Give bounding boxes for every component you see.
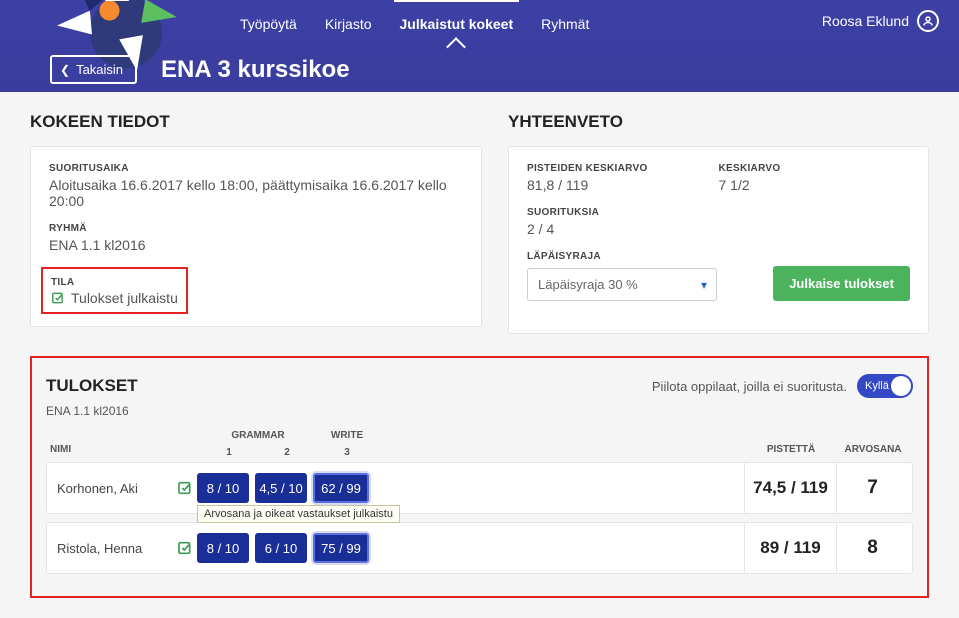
score-cell-grammar-1[interactable]: 8 / 10 [197,473,249,503]
table-row: Korhonen, Aki 8 / 10 4,5 / 10 62 / 99 74… [46,462,913,514]
score-cell-grammar-1[interactable]: 8 / 10 [197,533,249,563]
kokeen-tiedot-column: KOKEEN TIEDOT SUORITUSAIKA Aloitusaika 1… [30,112,482,334]
col-write-3: 3 [316,447,378,458]
nav-ryhmat[interactable]: Ryhmät [541,0,589,48]
score-cell-grammar-2[interactable]: 6 / 10 [255,533,307,563]
score-cell-write[interactable]: 75 / 99 [313,533,369,563]
col-nimi: NIMI [50,430,180,458]
tila-label: TILA [51,277,178,288]
kokeen-tiedot-title: KOKEEN TIEDOT [30,112,482,132]
back-button[interactable]: ❮ Takaisin [50,55,137,84]
col-grammar-1: 1 [200,447,258,458]
sub-header: ❮ Takaisin ENA 3 kurssikoe [50,55,350,84]
user-menu[interactable]: Roosa Eklund [822,10,939,32]
published-check-icon[interactable] [177,540,197,556]
suoritusaika-label: SUORITUSAIKA [49,163,463,174]
lapaisyraja-label: LÄPÄISYRAJA [527,251,757,262]
kokeen-tiedot-card: SUORITUSAIKA Aloitusaika 16.6.2017 kello… [30,146,482,327]
table-row: Ristola, Henna 8 / 10 6 / 10 75 / 99 89 … [46,522,913,574]
results-table-header: NIMI GRAMMAR 1 2 WRITE 3 PISTETTÄ ARVOSA… [46,430,913,462]
keskiarvo-value: 7 1/2 [719,177,911,193]
score-cell-write[interactable]: 62 / 99 [313,473,369,503]
tulokset-title: TULOKSET [46,376,138,396]
col-arvosana: ARVOSANA [837,430,909,458]
tulokset-panel: TULOKSET Piilota oppilaat, joilla ei suo… [30,356,929,598]
row-total-points: 74,5 / 119 [744,463,836,513]
user-name: Roosa Eklund [822,13,909,29]
hide-students-toggle[interactable]: Kyllä [857,374,913,398]
lapaisyraja-select[interactable]: Läpäisyraja 30 % [527,268,717,301]
published-check-icon [51,291,65,305]
header-bar: Työpöytä Kirjasto Julkaistut kokeet Ryhm… [0,0,959,92]
nav-tyopoyto[interactable]: Työpöytä [240,0,297,48]
suoritusaika-value: Aloitusaika 16.6.2017 kello 18:00, päätt… [49,177,463,209]
suorituksia-value: 2 / 4 [527,221,719,237]
tila-value: Tulokset julkaistu [71,290,178,306]
keskiarvo-label: KESKIARVO [719,163,911,174]
score-cell-grammar-2[interactable]: 4,5 / 10 [255,473,307,503]
pisteiden-keskiarvo-value: 81,8 / 119 [527,177,719,193]
row-total-points: 89 / 119 [744,523,836,573]
status-tooltip: Arvosana ja oikeat vastaukset julkaistu [197,505,400,523]
student-name[interactable]: Korhonen, Aki [57,481,177,496]
row-grade: 7 [836,463,908,513]
col-grammar-2: 2 [258,447,316,458]
nav-julkaistut-kokeet[interactable]: Julkaistut kokeet [400,0,514,48]
yhteenveto-title: YHTEENVETO [508,112,929,132]
julkaise-tulokset-button[interactable]: Julkaise tulokset [773,266,910,301]
page-title: ENA 3 kurssikoe [161,56,350,84]
yhteenveto-card: PISTEIDEN KESKIARVO 81,8 / 119 KESKIARVO… [508,146,929,334]
ryhma-value: ENA 1.1 kl2016 [49,237,463,253]
back-label: Takaisin [76,62,123,77]
row-grade: 8 [836,523,908,573]
hide-students-toggle-wrap: Piilota oppilaat, joilla ei suoritusta. … [652,374,913,398]
toggle-value: Kyllä [865,380,889,392]
yhteenveto-column: YHTEENVETO PISTEIDEN KESKIARVO 81,8 / 11… [508,112,929,334]
col-grammar: GRAMMAR [200,430,316,441]
content-area: KOKEEN TIEDOT SUORITUSAIKA Aloitusaika 1… [0,92,959,618]
user-icon [917,10,939,32]
lapaisyraja-select-wrap: Läpäisyraja 30 % ▾ [527,268,717,301]
student-name[interactable]: Ristola, Henna [57,541,177,556]
ryhma-label: RYHMÄ [49,223,463,234]
col-pistetta: PISTETTÄ [745,430,837,458]
tila-highlight-box: TILA Tulokset julkaistu [41,267,188,314]
hide-students-label: Piilota oppilaat, joilla ei suoritusta. [652,379,847,394]
chevron-left-icon: ❮ [60,63,70,77]
col-write: WRITE [316,430,378,441]
published-check-icon[interactable] [177,480,197,496]
pisteiden-keskiarvo-label: PISTEIDEN KESKIARVO [527,163,719,174]
suorituksia-label: SUORITUKSIA [527,207,719,218]
toggle-knob [891,376,911,396]
tulokset-group-name: ENA 1.1 kl2016 [46,404,913,418]
nav-kirjasto[interactable]: Kirjasto [325,0,372,48]
